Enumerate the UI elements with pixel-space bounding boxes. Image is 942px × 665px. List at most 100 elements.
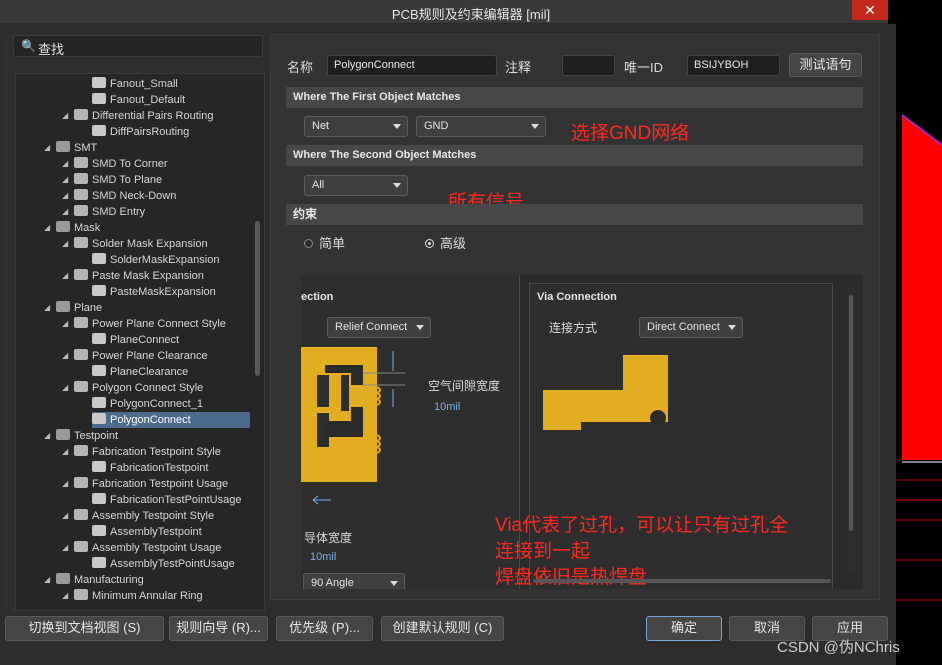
tree-expand-arrow[interactable]: ◢ bbox=[62, 191, 68, 200]
test-query-button[interactable]: 测试语句 bbox=[789, 53, 862, 77]
advanced-vertical-thumb[interactable] bbox=[849, 295, 853, 531]
tree-item[interactable]: Manufacturing bbox=[56, 572, 144, 588]
tree-expand-arrow[interactable]: ◢ bbox=[62, 591, 68, 600]
tree-item[interactable]: AssemblyTestpoint bbox=[92, 524, 202, 540]
tree-item[interactable]: SMD Entry bbox=[74, 204, 145, 220]
tree-item[interactable]: Power Plane Clearance bbox=[74, 348, 208, 364]
ok-button[interactable]: 确定 bbox=[646, 616, 722, 641]
search-box[interactable]: 🔍 查找 bbox=[13, 35, 263, 57]
tree-item-label: PolygonConnect_1 bbox=[110, 398, 203, 410]
via-connect-style-select[interactable]: Direct Connect bbox=[639, 317, 743, 338]
tree-expand-arrow[interactable]: ◢ bbox=[62, 511, 68, 520]
tree-expand-arrow[interactable]: ◢ bbox=[62, 543, 68, 552]
rule-wizard-button[interactable]: 规则向导 (R)... bbox=[169, 616, 268, 641]
tree-expand-arrow[interactable]: ◢ bbox=[62, 479, 68, 488]
tree-item[interactable]: SolderMaskExpansion bbox=[92, 252, 219, 268]
switch-doc-view-button[interactable]: 切换到文档视图 (S) bbox=[5, 616, 164, 641]
advanced-radio-dot bbox=[425, 239, 434, 248]
tree-item[interactable]: Mask bbox=[56, 220, 100, 236]
tree-expand-arrow[interactable]: ◢ bbox=[44, 575, 50, 584]
tree-item[interactable]: PolygonConnect_1 bbox=[92, 396, 203, 412]
tree-item[interactable]: Testpoint bbox=[56, 428, 118, 444]
conductor-width-value[interactable]: 10mil bbox=[310, 551, 336, 563]
rule-icon bbox=[92, 285, 106, 296]
tree-item[interactable]: PolygonConnect bbox=[92, 412, 250, 428]
close-button[interactable]: ✕ bbox=[852, 0, 888, 20]
tree-item[interactable]: Differential Pairs Routing bbox=[74, 108, 213, 124]
rule-icon bbox=[56, 429, 70, 440]
tree-item-label: Paste Mask Expansion bbox=[92, 270, 204, 282]
advanced-radio[interactable]: 高级 bbox=[425, 233, 466, 252]
tree-item[interactable]: Assembly Testpoint Usage bbox=[74, 540, 221, 556]
tree-item[interactable]: Fanout_Small bbox=[92, 76, 178, 92]
tree-item[interactable]: PasteMaskExpansion bbox=[92, 284, 216, 300]
tree-item[interactable]: DiffPairsRouting bbox=[92, 124, 189, 140]
first-match-type-value: Net bbox=[312, 120, 330, 132]
tree-item[interactable]: Fabrication Testpoint Usage bbox=[74, 476, 228, 492]
first-match-value-select[interactable]: GND bbox=[416, 116, 546, 137]
rule-icon bbox=[74, 509, 88, 520]
tree-item[interactable]: PlaneConnect bbox=[92, 332, 179, 348]
search-icon: 🔍 bbox=[21, 39, 36, 53]
tree-item[interactable]: Minimum Annular Ring bbox=[74, 588, 203, 604]
rule-icon bbox=[92, 557, 106, 568]
tree-expand-arrow[interactable]: ◢ bbox=[62, 447, 68, 456]
tree-expand-arrow[interactable]: ◢ bbox=[44, 143, 50, 152]
rule-icon bbox=[92, 253, 106, 264]
rule-icon bbox=[92, 125, 106, 136]
create-default-rules-button[interactable]: 创建默认规则 (C) bbox=[381, 616, 504, 641]
rule-name-input[interactable]: PolygonConnect bbox=[327, 55, 497, 76]
tree-expand-arrow[interactable]: ◢ bbox=[62, 159, 68, 168]
tree-expand-arrow[interactable]: ◢ bbox=[62, 319, 68, 328]
tree-item[interactable]: FabricationTestpoint bbox=[92, 460, 208, 476]
advanced-horizontal-thumb[interactable] bbox=[533, 579, 831, 583]
second-match-header: Where The Second Object Matches bbox=[286, 145, 863, 166]
rule-icon bbox=[74, 349, 88, 360]
advanced-vertical-scrollbar[interactable] bbox=[847, 287, 855, 571]
tree-item[interactable]: Assembly Testpoint Style bbox=[74, 508, 214, 524]
uid-label: 唯一ID bbox=[624, 60, 664, 75]
priority-button[interactable]: 优先级 (P)... bbox=[276, 616, 373, 641]
tree-item[interactable]: Fanout_Default bbox=[92, 92, 185, 108]
tree-expand-arrow[interactable]: ◢ bbox=[62, 175, 68, 184]
tree-item[interactable]: Plane bbox=[56, 300, 102, 316]
rule-icon bbox=[92, 365, 106, 376]
tree-item[interactable]: Power Plane Connect Style bbox=[74, 316, 226, 332]
tree-item[interactable]: Paste Mask Expansion bbox=[74, 268, 204, 284]
tree-item-label: PasteMaskExpansion bbox=[110, 286, 216, 298]
uid-input[interactable]: BSIJYBOH bbox=[687, 55, 780, 76]
tree-scrollbar[interactable] bbox=[254, 76, 262, 608]
tree-expand-arrow[interactable]: ◢ bbox=[44, 223, 50, 232]
tree-expand-arrow[interactable]: ◢ bbox=[62, 239, 68, 248]
tree-item[interactable]: AssemblyTestPointUsage bbox=[92, 556, 235, 572]
tree-scroll-thumb[interactable] bbox=[255, 221, 260, 376]
tree-item[interactable]: FabricationTestPointUsage bbox=[92, 492, 241, 508]
rules-tree[interactable]: Fanout_Small Fanout_Default ◢ Differential … bbox=[15, 73, 265, 611]
tree-expand-arrow[interactable]: ◢ bbox=[44, 431, 50, 440]
tree-item[interactable]: SMD To Corner bbox=[74, 156, 168, 172]
tree-expand-arrow[interactable]: ◢ bbox=[62, 271, 68, 280]
chevron-down-icon bbox=[531, 124, 539, 129]
advanced-horizontal-scrollbar[interactable] bbox=[309, 577, 845, 585]
tree-item[interactable]: SMD To Plane bbox=[74, 172, 162, 188]
tree-expand-arrow[interactable]: ◢ bbox=[62, 383, 68, 392]
first-match-type-select[interactable]: Net bbox=[304, 116, 408, 137]
tree-item[interactable]: PlaneClearance bbox=[92, 364, 188, 380]
simple-radio[interactable]: 简单 bbox=[304, 233, 345, 252]
tree-item[interactable]: SMT bbox=[56, 140, 97, 156]
tree-expand-arrow[interactable]: ◢ bbox=[62, 111, 68, 120]
tree-item[interactable]: Solder Mask Expansion bbox=[74, 236, 208, 252]
tree-item-label: PlaneClearance bbox=[110, 366, 189, 378]
tree-expand-arrow[interactable]: ◢ bbox=[44, 303, 50, 312]
air-gap-value[interactable]: 10mil bbox=[434, 401, 460, 413]
tree-item[interactable]: Fabrication Testpoint Style bbox=[74, 444, 221, 460]
tree-item[interactable]: Polygon Connect Style bbox=[74, 380, 203, 396]
tree-expand-arrow[interactable]: ◢ bbox=[62, 351, 68, 360]
tree-expand-arrow[interactable]: ◢ bbox=[62, 207, 68, 216]
conductor-width-label: 导体宽度 bbox=[304, 531, 353, 545]
pad-connect-style-select[interactable]: Relief Connect bbox=[327, 317, 431, 338]
rule-icon bbox=[74, 205, 88, 216]
second-match-type-select[interactable]: All bbox=[304, 175, 408, 196]
tree-item[interactable]: SMD Neck-Down bbox=[74, 188, 176, 204]
comment-input[interactable] bbox=[562, 55, 615, 76]
